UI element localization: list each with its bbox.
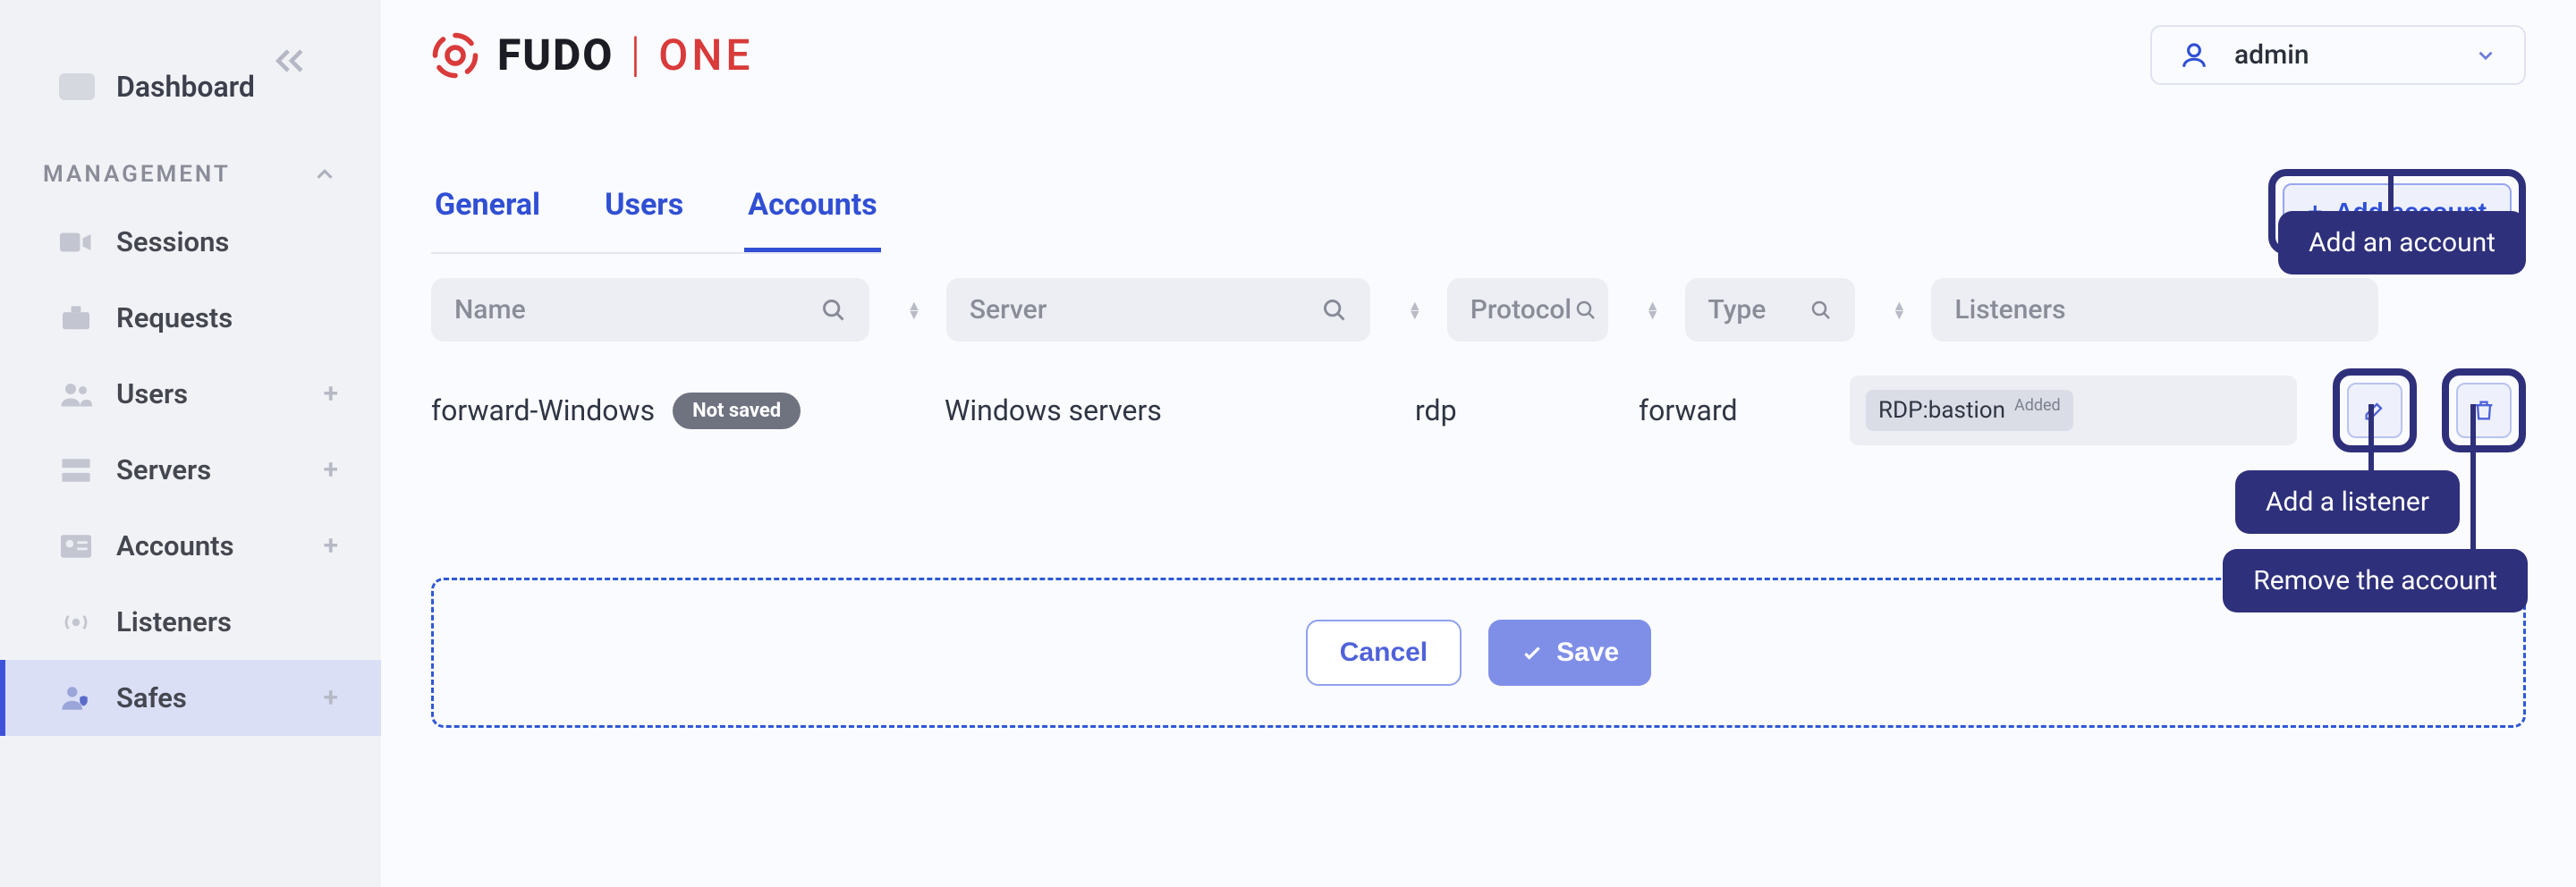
sidebar-item-dashboard[interactable]: Dashboard [0,36,381,138]
sidebar-item-accounts[interactable]: Accounts + [0,508,381,584]
sidebar-item-label: Listeners [116,605,232,638]
column-filters: Name ▲▼ Server ▲▼ Protocol ▲▼ [431,278,2526,342]
cancel-button[interactable]: Cancel [1306,620,1462,686]
user-menu[interactable]: admin [2150,25,2526,85]
callout-add-listener: Add a listener [2235,470,2460,534]
sidebar-item-label: Safes [116,681,187,714]
listener-status: Added [2014,396,2061,415]
sidebar-item-listeners[interactable]: Listeners [0,584,381,660]
form-actions: Cancel Save [431,578,2526,728]
filter-label: Server [970,294,1046,325]
shield-user-icon [59,685,93,712]
sidebar-group-label: MANAGEMENT [43,161,231,188]
brand-variant: ONE [658,30,753,80]
user-name: admin [2234,39,2309,71]
callout-connector [2388,175,2394,213]
sidebar-item-label: Accounts [116,529,234,562]
tab-users[interactable]: Users [601,171,687,252]
save-label: Save [1556,638,1619,668]
broadcast-icon [59,609,93,636]
main-content: FUDO | ONE admin General Users Accounts [381,0,2576,887]
check-icon [1521,641,1544,664]
filter-type[interactable]: Type [1685,278,1855,342]
table-row: forward-Windows Not saved Windows server… [431,368,2526,452]
filter-label: Name [454,294,526,325]
sidebar-item-servers[interactable]: Servers + [0,432,381,508]
listener-label: RDP:bastion [1878,397,2005,424]
brand-name: FUDO [497,30,614,80]
filter-server[interactable]: Server [946,278,1370,342]
cancel-label: Cancel [1340,638,1428,668]
sidebar-group-management[interactable]: MANAGEMENT [0,138,381,204]
search-icon [821,298,846,323]
sidebar-item-label: Requests [116,301,233,334]
callout-highlight-delete [2442,368,2526,452]
callout-highlight-edit [2333,368,2417,452]
id-card-icon [59,533,93,560]
filter-protocol[interactable]: Protocol [1447,278,1608,342]
brand-logo-icon [431,31,479,80]
cell-name: forward-Windows Not saved [431,393,919,429]
plus-icon[interactable]: + [324,454,339,486]
sidebar-item-safes[interactable]: Safes + [0,660,381,736]
cell-type: forward [1639,393,1825,427]
tab-general[interactable]: General [431,171,544,252]
callout-connector [2470,404,2476,551]
sidebar-item-label: Servers [116,453,211,486]
sort-type[interactable]: ▲▼ [1893,301,1907,319]
filter-name[interactable]: Name [431,278,869,342]
brand: FUDO | ONE [431,27,754,83]
sidebar-item-users[interactable]: Users + [0,356,381,432]
callout-remove-account: Remove the account [2223,549,2528,612]
account-name: forward-Windows [431,393,655,427]
sidebar-collapse-icon[interactable] [270,41,309,80]
dashboard-icon [59,73,95,100]
search-icon [1322,298,1347,323]
edit-icon [2362,398,2387,423]
plus-icon[interactable]: + [324,530,339,562]
users-icon [59,381,93,408]
chevron-up-icon [311,161,338,188]
listener-chip[interactable]: RDP:bastion Added [1866,390,2073,431]
sort-name[interactable]: ▲▼ [907,301,921,319]
filter-label: Listeners [1954,294,2065,325]
type-value: forward [1639,393,1738,427]
row-actions [2333,368,2526,452]
user-icon [2179,40,2209,71]
filter-listeners[interactable]: Listeners [1931,278,2378,342]
sidebar: Dashboard MANAGEMENT Sessions Requests U… [0,0,381,887]
save-button[interactable]: Save [1488,620,1651,686]
brand-separator: | [630,27,642,83]
cell-server: Windows servers [945,393,1390,427]
callout-add-account: Add an account [2278,211,2526,275]
sidebar-item-sessions[interactable]: Sessions [0,204,381,280]
cell-listeners[interactable]: RDP:bastion Added [1850,376,2297,445]
plus-icon[interactable]: + [324,378,339,410]
protocol-value: rdp [1415,393,1457,427]
briefcase-icon [59,305,93,332]
not-saved-badge: Not saved [673,393,801,429]
filter-label: Protocol [1470,294,1572,325]
sidebar-item-requests[interactable]: Requests [0,280,381,356]
servers-icon [59,457,93,484]
search-icon [1575,300,1597,321]
sidebar-item-label: Users [116,377,188,410]
sidebar-item-label: Dashboard [116,70,255,104]
tab-accounts[interactable]: Accounts [744,171,881,252]
topbar: FUDO | ONE admin [431,25,2526,99]
cell-protocol: rdp [1415,393,1614,427]
search-icon [1810,300,1832,321]
tabs: General Users Accounts [431,171,881,254]
sidebar-item-label: Sessions [116,225,229,258]
server-name: Windows servers [945,393,1162,427]
edit-listener-button[interactable] [2347,383,2402,438]
filter-label: Type [1708,294,1767,325]
callout-connector [2368,404,2374,472]
sort-server[interactable]: ▲▼ [1408,301,1422,319]
delete-account-button[interactable] [2456,383,2512,438]
chevron-down-icon [2474,44,2497,67]
camera-icon [59,229,93,256]
sort-protocol[interactable]: ▲▼ [1646,301,1660,319]
plus-icon[interactable]: + [324,682,339,714]
